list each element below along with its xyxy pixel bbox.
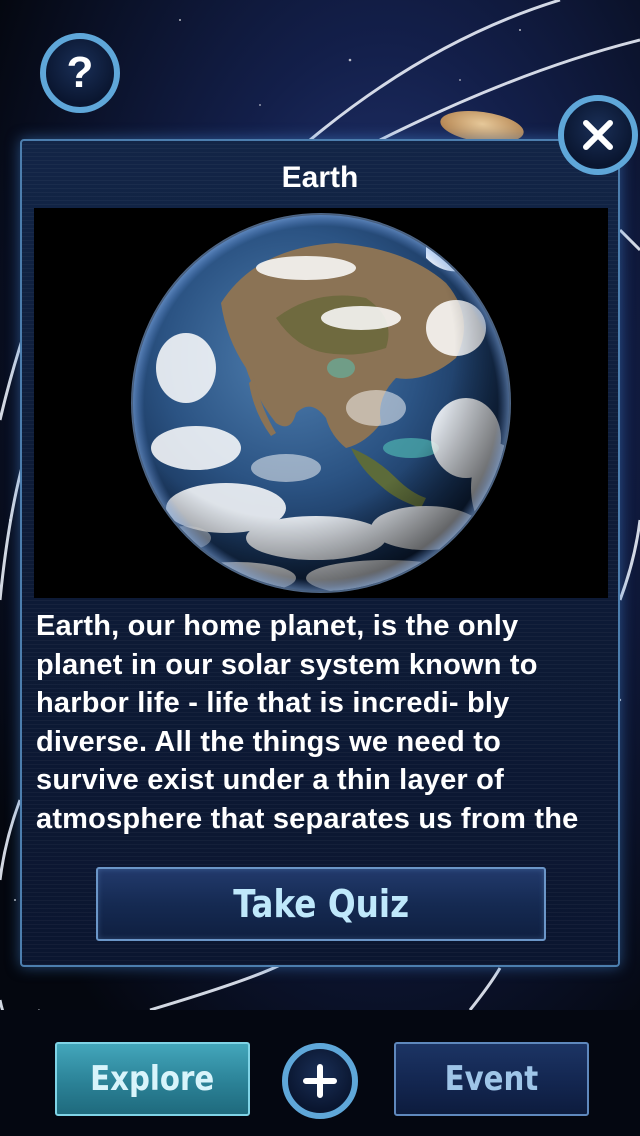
- tab-explore-label: Explore: [90, 1059, 215, 1099]
- question-mark-icon: ?: [66, 48, 94, 97]
- tab-explore[interactable]: Explore: [55, 1042, 250, 1116]
- earth-globe-image: [131, 213, 511, 593]
- planet-description: Earth, our home planet, is the only plan…: [36, 610, 579, 843]
- take-quiz-label: Take Quiz: [233, 882, 409, 926]
- planet-image: [34, 208, 608, 598]
- help-button[interactable]: ?: [40, 33, 120, 113]
- take-quiz-button[interactable]: Take Quiz: [96, 867, 546, 941]
- planet-info-modal: Earth Earth, our home planet, is the onl…: [20, 139, 620, 967]
- tab-event-label: Event: [444, 1059, 539, 1099]
- close-x-icon: [583, 120, 613, 150]
- plus-icon: [303, 1064, 337, 1098]
- modal-header: Earth: [22, 141, 618, 209]
- modal-title: Earth: [281, 161, 359, 194]
- close-button[interactable]: [558, 95, 638, 175]
- tab-event[interactable]: Event: [394, 1042, 589, 1116]
- add-button[interactable]: [282, 1043, 358, 1119]
